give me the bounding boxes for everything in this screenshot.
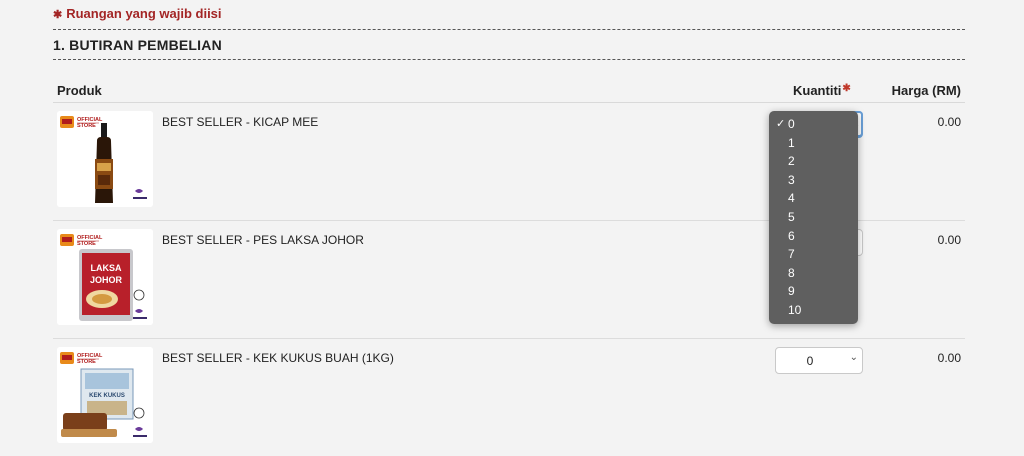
header-quantity: Kuantiti✱ xyxy=(793,83,851,98)
dropdown-option[interactable]: 3 xyxy=(769,171,858,190)
dropdown-option[interactable]: 4 xyxy=(769,189,858,208)
product-name: BEST SELLER - KICAP MEE xyxy=(162,115,319,129)
header-price: Harga (RM) xyxy=(891,83,961,98)
dropdown-option[interactable]: 7 xyxy=(769,245,858,264)
dropdown-option[interactable]: 8 xyxy=(769,264,858,283)
svg-text:STORE: STORE xyxy=(77,359,96,365)
svg-text:KEK KUKUS: KEK KUKUS xyxy=(89,393,125,399)
kek-box-image: OFFICIAL STORE KEK KUKUS xyxy=(57,347,153,443)
svg-text:STORE: STORE xyxy=(77,241,96,247)
product-name: BEST SELLER - PES LAKSA JOHOR xyxy=(162,233,364,247)
dropdown-option[interactable]: 5 xyxy=(769,208,858,227)
svg-text:JOHOR: JOHOR xyxy=(90,275,123,285)
chevron-down-icon: ⌄ xyxy=(849,352,858,363)
product-image: OFFICIAL STORE KEK KUKUS xyxy=(57,347,153,443)
section-title: 1. BUTIRAN PEMBELIAN xyxy=(53,37,222,53)
product-price: 0.00 xyxy=(937,115,961,129)
laksa-pack-image: OFFICIAL STORE LAKSA JOHOR xyxy=(57,229,153,325)
dropdown-option[interactable]: 2 xyxy=(769,152,858,171)
product-name: BEST SELLER - KEK KUKUS BUAH (1KG) xyxy=(162,351,394,365)
table-row: OFFICIAL STORE KEK KUKUS BEST SELLER - K… xyxy=(53,339,965,456)
checkmark-icon: ✓ xyxy=(776,118,786,130)
quantity-select[interactable]: 0 ⌄ xyxy=(775,347,863,374)
kicap-bottle-image: OFFICIAL STORE xyxy=(57,111,153,207)
svg-text:LAKSA: LAKSA xyxy=(91,263,122,273)
dropdown-option[interactable]: 6 xyxy=(769,227,858,246)
header-product: Produk xyxy=(57,83,102,98)
product-image: OFFICIAL STORE xyxy=(57,111,153,207)
product-price: 0.00 xyxy=(937,233,961,247)
dropdown-option[interactable]: 9 xyxy=(769,282,858,301)
asterisk-icon: ✱ xyxy=(53,9,63,21)
svg-text:STORE: STORE xyxy=(77,123,96,129)
divider xyxy=(53,59,965,60)
product-image: OFFICIAL STORE LAKSA JOHOR xyxy=(57,229,153,325)
table-header: Produk Kuantiti✱ Harga (RM) xyxy=(53,81,965,103)
dropdown-option[interactable]: 1 xyxy=(769,134,858,153)
dropdown-option[interactable]: 10 xyxy=(769,301,858,320)
dropdown-option[interactable]: ✓ 0 xyxy=(769,115,858,134)
quantity-dropdown-menu[interactable]: ✓ 0 1 2 3 4 5 6 7 8 9 10 xyxy=(769,111,858,324)
required-asterisk-icon: ✱ xyxy=(842,83,851,94)
required-note: ✱ Ruangan yang wajib diisi xyxy=(53,6,222,21)
divider xyxy=(53,29,965,30)
product-price: 0.00 xyxy=(937,351,961,365)
